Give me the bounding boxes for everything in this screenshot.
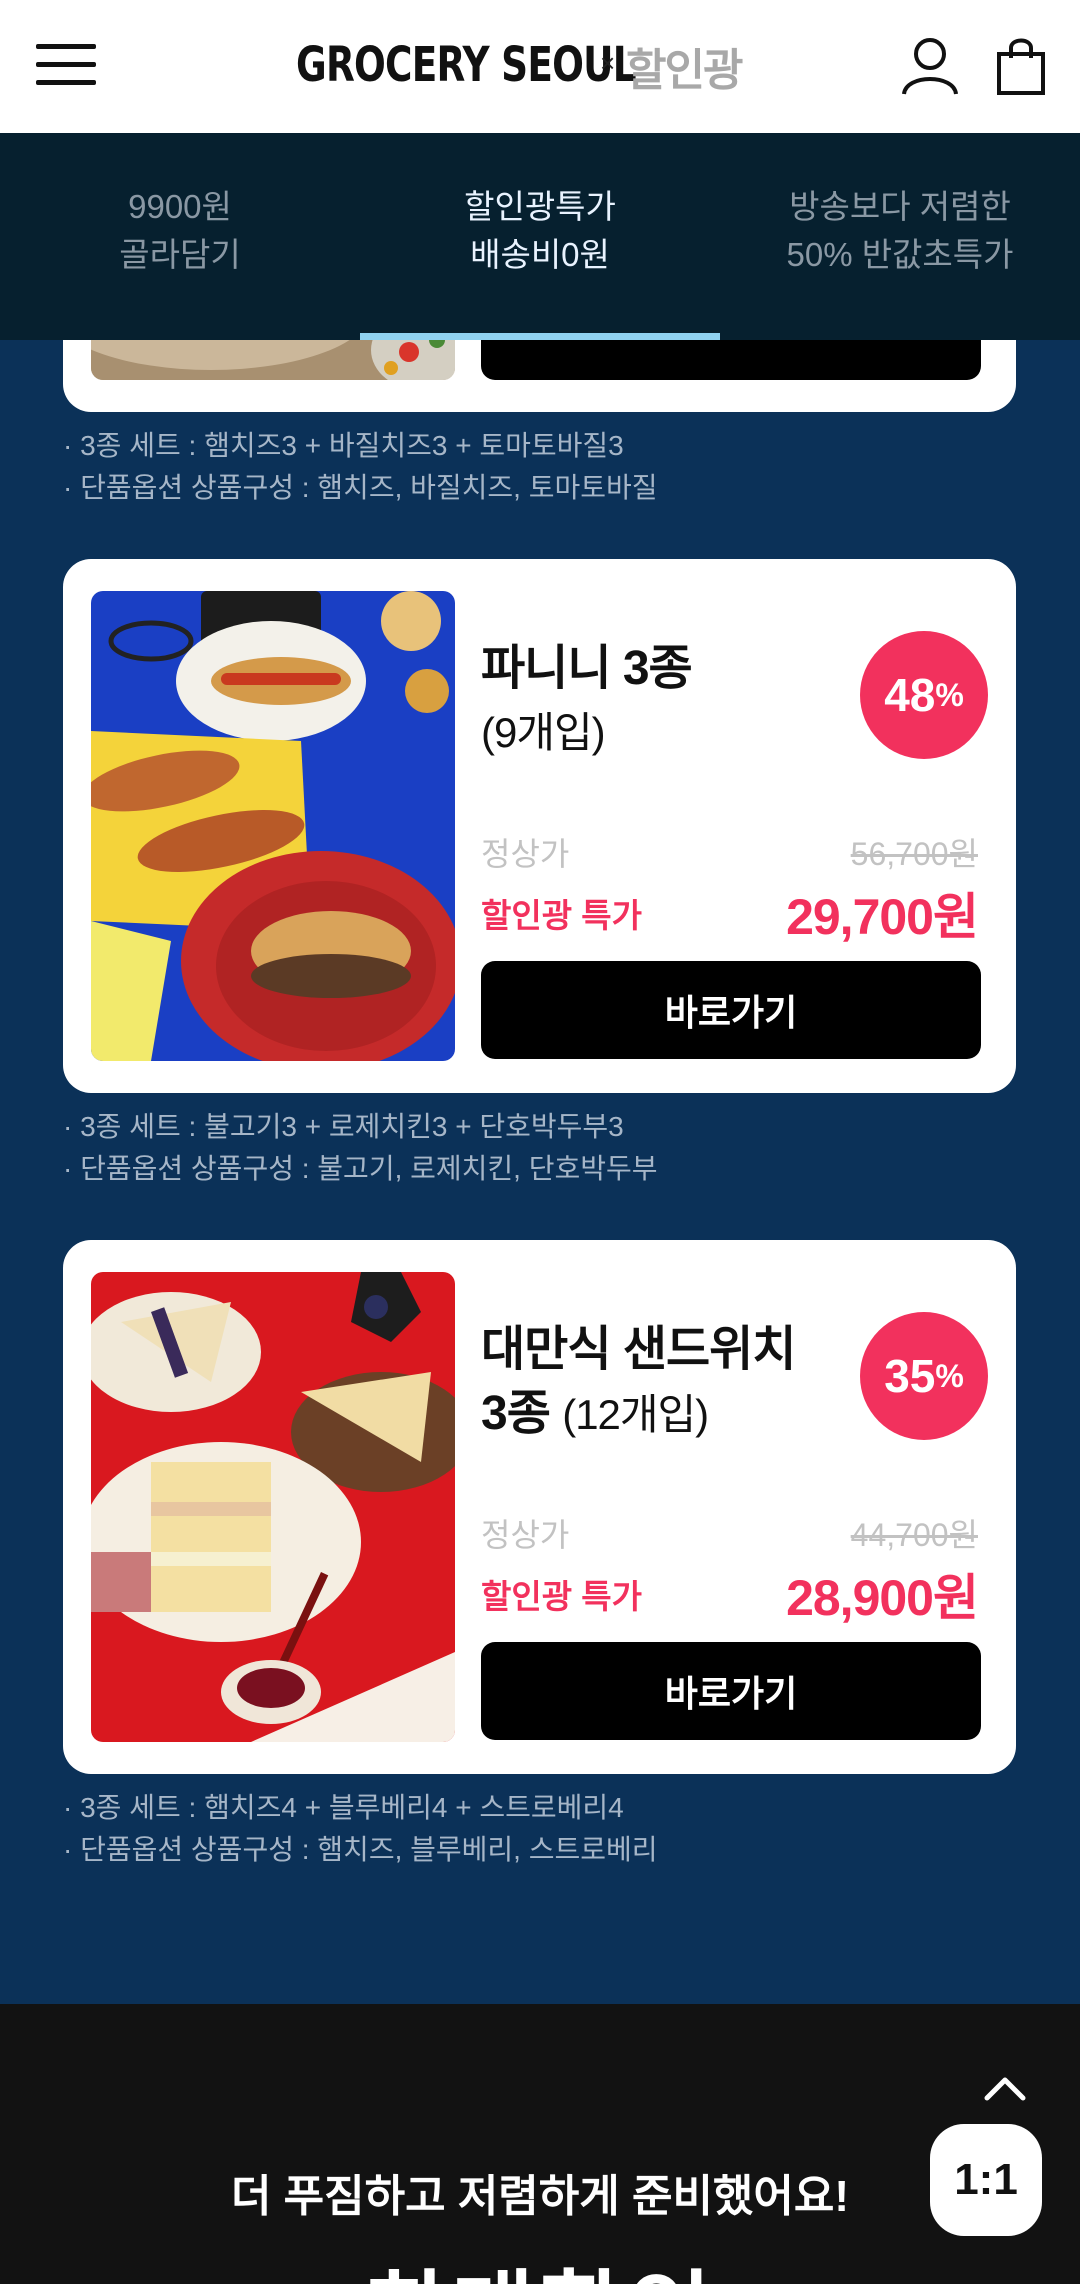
chat-1on1-button[interactable]: 1:1 <box>930 2124 1042 2236</box>
discount-unit: % <box>935 1357 964 1394</box>
tab-label-line2: 배송비0원 <box>470 236 610 273</box>
tab-special-free-shipping[interactable]: 할인광특가 배송비0원 <box>390 183 690 279</box>
product-notes: · 3종 세트 : 불고기3 + 로제치킨3 + 단호박두부3 · 단품옵션 상… <box>63 1106 658 1190</box>
brand-x: × <box>600 48 616 78</box>
site-header: GROCERY SEOUL × 할인광 <box>0 0 1080 133</box>
active-tab-indicator <box>360 333 720 340</box>
product-card-sandwich[interactable]: 대만식 샌드위치 3종 (12개입) 35% 정상가 44,700원 할인광 특… <box>63 1240 1016 1774</box>
user-icon[interactable] <box>900 36 960 96</box>
discount-value: 48 <box>884 669 936 721</box>
product-list: · 3종 세트 : 햄치즈3 + 바질치즈3 + 토마토바질3 · 단품옵션 상… <box>0 340 1080 2004</box>
regular-price-label: 정상가 <box>481 1517 570 1553</box>
tab-label-line2: 50% 반값초특가 <box>786 236 1014 273</box>
brand-sub: 할인광 <box>626 46 743 95</box>
tab-label-line1: 9900원 <box>128 188 232 225</box>
discount-value: 35 <box>884 1350 936 1402</box>
product-notes: · 3종 세트 : 햄치즈4 + 블루베리4 + 스트로베리4 · 단품옵션 상… <box>63 1787 658 1871</box>
note-line: · 3종 세트 : 불고기3 + 로제치킨3 + 단호박두부3 <box>63 1111 624 1142</box>
product-card-panini[interactable]: 파니니 3종 (9개입) 48% 정상가 56,700원 할인광 특가 29,7… <box>63 559 1016 1093</box>
go-button[interactable]: 바로가기 <box>481 1642 981 1740</box>
product-name-main: 파니니 3종 <box>481 642 693 695</box>
note-line: · 3종 세트 : 햄치즈4 + 블루베리4 + 스트로베리4 <box>63 1792 624 1823</box>
sale-price: 29,700원 <box>786 889 979 945</box>
sale-price-label: 할인광 특가 <box>481 1578 642 1615</box>
hamburger-icon[interactable] <box>36 40 98 90</box>
shopping-bag-icon[interactable] <box>996 36 1046 96</box>
tab-label-line2: 골라담기 <box>119 236 241 273</box>
product-name[interactable]: 대만식 샌드위치 3종 (12개입) <box>481 1318 796 1447</box>
product-name-sub: (9개입) <box>481 709 606 756</box>
discount-unit: % <box>935 676 964 713</box>
regular-price: 56,700원 <box>850 836 978 872</box>
regular-price: 44,700원 <box>850 1517 978 1553</box>
category-nav: 9900원 골라담기 할인광특가 배송비0원 방송보다 저렴한 50% 반값초특… <box>0 133 1080 340</box>
brand-name: GROCERY SEOUL <box>296 37 637 93</box>
brand-logo[interactable]: GROCERY SEOUL × 할인광 <box>296 30 743 100</box>
promo-big-text: 최대할인 <box>0 2240 1080 2284</box>
product-card-previous <box>63 340 1016 412</box>
tab-9900[interactable]: 9900원 골라담기 <box>30 183 330 279</box>
promo-headline: 더 푸짐하고 저렴하게 준비했어요! <box>230 2172 850 2221</box>
product-name-sub: (12개입) <box>562 1391 709 1438</box>
tab-label-line1: 방송보다 저렴한 <box>789 188 1011 225</box>
product-name-line2: 3종 <box>481 1387 551 1440</box>
note-line: · 단품옵션 상품구성 : 햄치즈, 블루베리, 스트로베리 <box>63 1834 658 1865</box>
note-line: · 단품옵션 상품구성 : 불고기, 로제치킨, 단호박두부 <box>63 1153 658 1184</box>
sale-price: 28,900원 <box>786 1570 979 1626</box>
go-button[interactable]: 바로가기 <box>481 961 981 1059</box>
go-button-previous[interactable] <box>481 340 981 380</box>
product-notes-previous: · 3종 세트 : 햄치즈3 + 바질치즈3 + 토마토바질3 · 단품옵션 상… <box>63 425 658 509</box>
sale-price-label: 할인광 특가 <box>481 897 642 934</box>
product-image[interactable] <box>91 591 455 1061</box>
note-line: · 단품옵션 상품구성 : 햄치즈, 바질치즈, 토마토바질 <box>63 472 658 503</box>
product-name-main: 대만식 샌드위치 <box>481 1323 796 1376</box>
discount-badge: 48% <box>860 631 988 759</box>
discount-badge: 35% <box>860 1312 988 1440</box>
tab-label-line1: 할인광특가 <box>464 188 616 225</box>
note-line: · 3종 세트 : 햄치즈3 + 바질치즈3 + 토마토바질3 <box>63 430 624 461</box>
product-name[interactable]: 파니니 3종 (9개입) <box>481 637 693 765</box>
regular-price-label: 정상가 <box>481 836 570 872</box>
chevron-up-icon[interactable] <box>977 2062 1033 2118</box>
product-image[interactable] <box>91 340 455 380</box>
tab-half-price[interactable]: 방송보다 저렴한 50% 반값초특가 <box>750 183 1050 279</box>
product-image[interactable] <box>91 1272 455 1742</box>
